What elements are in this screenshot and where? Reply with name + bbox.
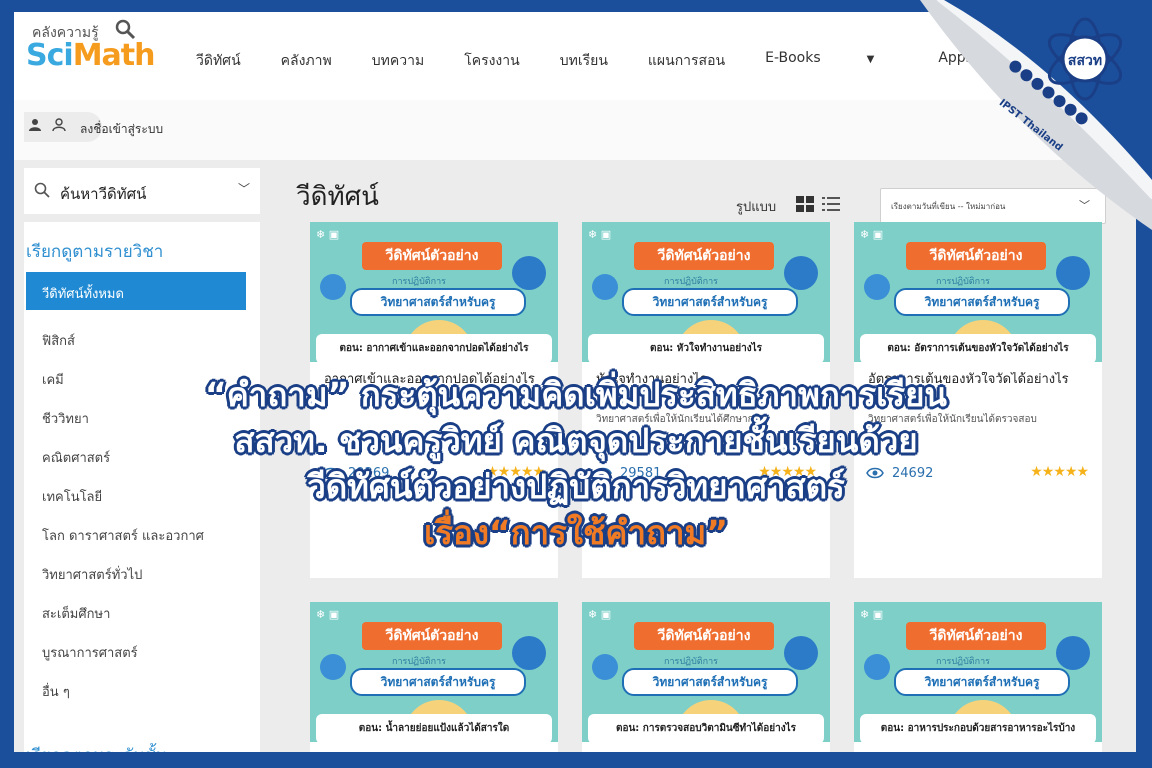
thumb-sub: การปฏิบัติการ — [392, 657, 446, 667]
sidebar-item-integrated[interactable]: บูรณาการศาสตร์ — [42, 642, 138, 663]
globe-decoration — [320, 274, 346, 300]
main-nav: วีดิทัศน์ คลังภาพ บทความ โครงงาน บทเรียน… — [196, 50, 1013, 72]
thumb-badge: วีดิทัศน์ตัวอย่าง — [634, 242, 774, 270]
grid-view-icon[interactable] — [796, 196, 814, 212]
thumb-question: ตอน: น้ำลายย่อยแป้งแล้วได้สารใด — [316, 714, 552, 742]
globe-decoration — [592, 654, 618, 680]
sidebar-item-others[interactable]: อื่น ๆ — [42, 681, 70, 702]
thumb-question: ตอน: การตรวจสอบวิตามินซีทำได้อย่างไร — [588, 714, 824, 742]
thumb-question: ตอน: หัวใจทำงานอย่างไร — [588, 334, 824, 362]
planet-decoration — [512, 636, 546, 670]
video-thumbnail[interactable]: ❄ ▣ วีดิทัศน์ตัวอย่าง การปฏิบัติการ วิทย… — [854, 222, 1102, 362]
thumb-banner: วิทยาศาสตร์สำหรับครู — [622, 668, 798, 696]
nav-videos[interactable]: วีดิทัศน์ — [196, 50, 241, 72]
headline-line-2: สสวท. ชวนครูวิทย์ คณิตจุดประกายชั้นเรียน… — [234, 421, 918, 460]
thumb-sub: การปฏิบัติการ — [664, 657, 718, 667]
user-icons — [28, 118, 67, 136]
thumb-sub: การปฏิบัติการ — [392, 277, 446, 287]
thumb-question: ตอน: อัตราการเต้นของหัวใจวัดได้อย่างไร — [860, 334, 1096, 362]
user-solid-icon — [29, 119, 41, 131]
video-card[interactable]: ❄ ▣ วีดิทัศน์ตัวอย่าง การปฏิบัติการ วิทย… — [582, 602, 830, 752]
emblem-icons: ❄ ▣ — [860, 228, 884, 241]
emblem-icons: ❄ ▣ — [588, 608, 612, 621]
headline-line-4: เรื่อง“การใช้คำถาม” — [424, 513, 728, 552]
nav-ebooks[interactable]: E-Books ▼ — [765, 50, 914, 72]
search-label: ค้นหาวีดิทัศน์ — [60, 185, 147, 203]
thumb-badge: วีดิทัศน์ตัวอย่าง — [362, 242, 502, 270]
view-mode-label: รูปแบบ — [736, 200, 777, 215]
caret-down-icon: ▼ — [866, 54, 875, 65]
sidebar-item-stem[interactable]: สะเต็มศึกษา — [42, 603, 110, 624]
nav-ebooks-label: E-Books — [765, 50, 821, 66]
globe-decoration — [864, 274, 890, 300]
thumb-sub: การปฏิบัติการ — [936, 657, 990, 667]
planet-decoration — [1056, 636, 1090, 670]
thumb-question: ตอน: อากาศเข้าและออกจากปอดได้อย่างไร — [316, 334, 552, 362]
thumb-banner: วิทยาศาสตร์สำหรับครู — [350, 668, 526, 696]
list-view-icon[interactable] — [822, 196, 840, 212]
thumb-sub: การปฏิบัติการ — [664, 277, 718, 287]
subject-heading: เรียกดูตามรายวิชา — [26, 242, 164, 262]
thumb-banner: วิทยาศาสตร์สำหรับครู — [894, 288, 1070, 316]
thumb-badge: วีดิทัศน์ตัวอย่าง — [634, 622, 774, 650]
video-card[interactable]: ❄ ▣ วีดิทัศน์ตัวอย่าง การปฏิบัติการ วิทย… — [854, 602, 1102, 752]
globe-decoration — [592, 274, 618, 300]
video-thumbnail[interactable]: ❄ ▣ วีดิทัศน์ตัวอย่าง การปฏิบัติการ วิทย… — [582, 222, 830, 362]
thumb-question: ตอน: อาหารประกอบด้วยสารอาหารอะไรบ้าง — [860, 714, 1096, 742]
logo-math: Math — [72, 38, 156, 73]
globe-decoration — [864, 654, 890, 680]
site-logo[interactable]: SciMath — [26, 38, 156, 73]
nav-images[interactable]: คลังภาพ — [281, 50, 332, 72]
logo-sci: Sci — [26, 38, 74, 73]
chevron-down-icon: ﹀ — [238, 182, 251, 196]
sidebar-item-physics[interactable]: ฟิสิกส์ — [42, 330, 75, 351]
sidebar-item-all-videos[interactable]: วีดิทัศน์ทั้งหมด — [26, 272, 246, 310]
planet-decoration — [784, 636, 818, 670]
thumb-badge: วีดิทัศน์ตัวอย่าง — [906, 622, 1046, 650]
nav-projects[interactable]: โครงงาน — [464, 50, 520, 72]
emblem-icons: ❄ ▣ — [316, 608, 340, 621]
thumb-banner: วิทยาศาสตร์สำหรับครู — [350, 288, 526, 316]
video-card[interactable]: ❄ ▣ วีดิทัศน์ตัวอย่าง การปฏิบัติการ วิทย… — [310, 602, 558, 752]
video-search-dropdown[interactable]: ค้นหาวีดิทัศน์ ﹀ — [24, 168, 260, 214]
emblem-icons: ❄ ▣ — [588, 228, 612, 241]
user-outline-icon — [52, 118, 67, 132]
headline-overlay: “คำถาม” กระตุ้นความคิดเพิ่มประสิทธิภาพกา… — [0, 372, 1152, 556]
emblem-icons: ❄ ▣ — [316, 228, 340, 241]
page-title: วีดิทัศน์ — [296, 182, 379, 212]
video-thumbnail[interactable]: ❄ ▣ วีดิทัศน์ตัวอย่าง การปฏิบัติการ วิทย… — [854, 602, 1102, 742]
globe-decoration — [320, 654, 346, 680]
nav-lessons[interactable]: บทเรียน — [560, 50, 608, 72]
planet-decoration — [512, 256, 546, 290]
logo-magnifier-icon — [115, 19, 136, 40]
headline-line-1: “คำถาม” กระตุ้นความคิดเพิ่มประสิทธิภาพกา… — [205, 375, 947, 414]
headline-line-3: วีดิทัศน์ตัวอย่างปฏิบัติการวิทยาศาสตร์ — [307, 467, 845, 506]
emblem-icons: ❄ ▣ — [860, 608, 884, 621]
thumb-banner: วิทยาศาสตร์สำหรับครู — [622, 288, 798, 316]
planet-decoration — [784, 256, 818, 290]
thumb-badge: วีดิทัศน์ตัวอย่าง — [906, 242, 1046, 270]
video-thumbnail[interactable]: ❄ ▣ วีดิทัศน์ตัวอย่าง การปฏิบัติการ วิทย… — [310, 602, 558, 742]
video-thumbnail[interactable]: ❄ ▣ วีดิทัศน์ตัวอย่าง การปฏิบัติการ วิทย… — [582, 602, 830, 742]
nav-lesson-plans[interactable]: แผนการสอน — [648, 50, 725, 72]
sidebar-item-general-science[interactable]: วิทยาศาสตร์ทั่วไป — [42, 564, 142, 585]
ipst-logo-text: สสวท — [1068, 53, 1102, 69]
nav-articles[interactable]: บทความ — [372, 50, 424, 72]
video-thumbnail[interactable]: ❄ ▣ วีดิทัศน์ตัวอย่าง การปฏิบัติการ วิทย… — [310, 222, 558, 362]
thumb-sub: การปฏิบัติการ — [936, 277, 990, 287]
planet-decoration — [1056, 256, 1090, 290]
login-link[interactable]: ลงชื่อเข้าสู่ระบบ — [80, 120, 163, 139]
sidebar-item-label: วีดิทัศน์ทั้งหมด — [42, 287, 124, 302]
search-icon — [34, 182, 50, 198]
grade-heading: เรียกดูตามระดับชั้น — [26, 742, 167, 752]
thumb-badge: วีดิทัศน์ตัวอย่าง — [362, 622, 502, 650]
thumb-banner: วิทยาศาสตร์สำหรับครู — [894, 668, 1070, 696]
